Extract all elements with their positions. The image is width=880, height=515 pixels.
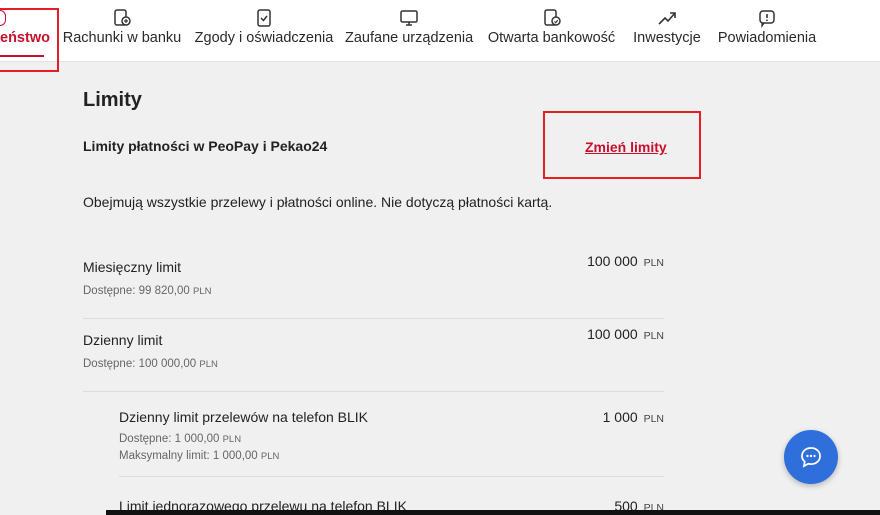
tab-label: Zaufane urządzenia: [345, 30, 474, 46]
limit-name: Dzienny limit przelewów na telefon BLIK: [119, 409, 369, 425]
tab-trusted-devices[interactable]: Zaufane urządzenia: [345, 0, 473, 61]
tab-bank-accounts[interactable]: Rachunki w banku: [61, 0, 183, 61]
limit-amount: 100 000 PLN: [587, 253, 664, 269]
limit-amount: 100 000 PLN: [587, 326, 664, 342]
page-title: Limity: [83, 89, 142, 111]
tab-label: Zgody i oświadczenia: [194, 30, 334, 46]
open-banking-icon: [542, 8, 562, 28]
change-limits-highlight-frame: [543, 111, 701, 179]
limit-name: Miesięczny limit: [83, 259, 182, 275]
tab-label: Rachunki w banku: [62, 30, 182, 46]
notification-icon: [757, 8, 777, 28]
chat-button[interactable]: [784, 430, 838, 484]
tab-investments[interactable]: Inwestycje: [630, 0, 704, 61]
divider: [119, 476, 664, 477]
document-check-icon: [254, 8, 274, 28]
divider: [83, 391, 664, 392]
monitor-icon: [399, 8, 419, 28]
tab-notifications[interactable]: Powiadomienia: [716, 0, 818, 61]
tab-label: Inwestycje: [633, 30, 701, 46]
limit-available: Dostępne: 99 820,00 PLN: [83, 285, 212, 297]
limit-available: Dostępne: 100 000,00 PLN: [83, 358, 218, 370]
limits-subtitle: Limity płatności w PeoPay i Pekao24: [83, 138, 328, 154]
tab-label: Powiadomienia: [717, 30, 817, 46]
bank-accounts-icon: [112, 8, 132, 28]
top-tab-bar: eństwo Rachunki w banku Zgody i oświadcz…: [0, 0, 880, 72]
divider: [83, 318, 664, 319]
limits-panel: Limity Limity płatności w PeoPay i Pekao…: [0, 62, 880, 515]
tab-open-banking[interactable]: Otwarta bankowość: [485, 0, 618, 61]
limit-maximum: Maksymalny limit: 1 000,00 PLN: [119, 450, 280, 462]
tab-label: Otwarta bankowość: [487, 30, 616, 46]
tab-consents[interactable]: Zgody i oświadczenia: [194, 0, 334, 61]
limit-amount: 1 000 PLN: [602, 409, 664, 425]
bottom-edge-bar: [106, 510, 880, 515]
limit-name: Dzienny limit: [83, 332, 163, 348]
limits-description: Obejmują wszystkie przelewy i płatności …: [83, 194, 553, 210]
chart-trend-icon: [657, 8, 677, 28]
limit-available: Dostępne: 1 000,00 PLN: [119, 433, 242, 445]
chat-bubble-icon: [801, 447, 821, 468]
